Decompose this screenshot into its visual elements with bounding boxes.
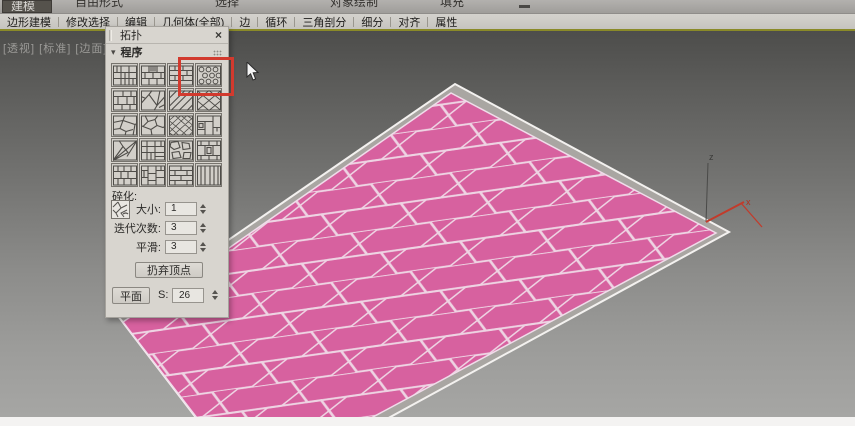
- pattern-grid: [111, 63, 225, 187]
- topology-pattern-mosaic-blocks[interactable]: [111, 113, 138, 137]
- smooth-label: 平滑:: [135, 241, 161, 254]
- toolbar-tab-7[interactable]: 三角剖分: [295, 14, 353, 30]
- topology-panel: 拓扑 × ▾ 程序 碎化: 大小: 1 迭代次数: 3 平滑: 3 扔弃顶点 平…: [105, 26, 234, 318]
- section-grip-icon: [213, 50, 222, 56]
- smooth-row: 平滑: 3: [106, 238, 230, 255]
- iterations-spinner[interactable]: [200, 222, 206, 233]
- iterations-label: 迭代次数:: [113, 222, 161, 235]
- topology-pattern-grid-offset[interactable]: [139, 163, 166, 187]
- s-spinner[interactable]: [212, 290, 218, 300]
- topology-pattern-checker-diamond[interactable]: [167, 113, 194, 137]
- size-input[interactable]: 1: [165, 201, 197, 216]
- ribbon-tab-partial[interactable]: 选择: [215, 0, 239, 10]
- topology-pattern-mosaic-diagonal[interactable]: [139, 88, 166, 112]
- fracture-pattern-icon[interactable]: [111, 200, 130, 219]
- toolbar-tab-1[interactable]: 边形建模: [0, 14, 58, 30]
- topology-pattern-vertical-strips[interactable]: [195, 163, 222, 187]
- topology-pattern-panel-blocks[interactable]: [195, 138, 222, 162]
- topology-pattern-grid-blocks[interactable]: [111, 63, 138, 87]
- topology-pattern-triangle-split[interactable]: [111, 138, 138, 162]
- panel-titlebar[interactable]: 拓扑 ×: [106, 27, 228, 44]
- topology-pattern-bricks[interactable]: [167, 63, 194, 87]
- close-icon[interactable]: ×: [215, 28, 222, 42]
- topology-pattern-tiles-offset[interactable]: [111, 88, 138, 112]
- application-window: 建模 自由形式 选择 对象绘制 填充 边形建模 修改选择 编辑 几何体(全部) 边循环 三角剖分…: [0, 0, 855, 426]
- ribbon-tab-active[interactable]: 建模: [2, 0, 52, 13]
- topology-pattern-grid-irregular[interactable]: [139, 138, 166, 162]
- z-axis-label: z: [709, 152, 714, 162]
- panel-title: 拓扑: [120, 30, 142, 42]
- x-axis-label: x: [746, 197, 751, 207]
- ribbon-tab-label: 建模: [11, 0, 36, 13]
- size-spinner[interactable]: [200, 203, 206, 214]
- ribbon-minimize-icon[interactable]: [519, 5, 530, 8]
- chevron-down-icon[interactable]: ▾: [111, 47, 116, 58]
- ribbon-tab-partial[interactable]: 自由形式: [75, 0, 123, 10]
- iterations-row: 迭代次数: 3: [106, 219, 230, 236]
- discard-vertices-button[interactable]: 扔弃顶点: [135, 262, 203, 278]
- plane-button[interactable]: 平面: [112, 287, 150, 304]
- toolbar-tab-6[interactable]: 循环: [258, 14, 294, 30]
- topology-pattern-voronoi-cells[interactable]: [139, 113, 166, 137]
- toolbar-tab-5[interactable]: 边: [232, 14, 257, 30]
- ribbon-tab-partial[interactable]: 填充: [440, 0, 464, 10]
- topology-pattern-column-split[interactable]: [111, 163, 138, 187]
- s-label: S:: [158, 289, 169, 301]
- toolbar-tab-10[interactable]: 属性: [428, 14, 464, 30]
- topology-pattern-hatch-diagonal[interactable]: [167, 88, 194, 112]
- topology-pattern-tiles-inset[interactable]: [195, 113, 222, 137]
- topology-pattern-diamond-lattice[interactable]: [195, 88, 222, 112]
- bottom-strip: [0, 417, 855, 426]
- topology-pattern-honeycomb-dots[interactable]: [195, 63, 222, 87]
- toolbar-tab-9[interactable]: 对齐: [391, 14, 427, 30]
- ribbon-strip: 建模 自由形式 选择 对象绘制 填充: [0, 0, 855, 14]
- smooth-input[interactable]: 3: [165, 239, 197, 254]
- section-title: 程序: [120, 47, 143, 59]
- toolbar-tab-8[interactable]: 细分: [354, 14, 390, 30]
- topology-pattern-bricks-merged[interactable]: [139, 63, 166, 87]
- topology-pattern-brick-stack[interactable]: [167, 163, 194, 187]
- axis-gizmo: z x: [705, 152, 763, 228]
- ribbon-tab-partial[interactable]: 对象绘制: [330, 0, 378, 10]
- viewport-shading-label[interactable]: [透视] [标准] [边面]: [3, 40, 107, 56]
- section-header[interactable]: ▾ 程序: [106, 44, 228, 60]
- smooth-spinner[interactable]: [200, 241, 206, 252]
- s-input[interactable]: 26: [172, 288, 204, 303]
- panel-grip-icon[interactable]: [109, 29, 112, 41]
- topology-pattern-stone-cells[interactable]: [167, 138, 194, 162]
- iterations-input[interactable]: 3: [165, 220, 197, 235]
